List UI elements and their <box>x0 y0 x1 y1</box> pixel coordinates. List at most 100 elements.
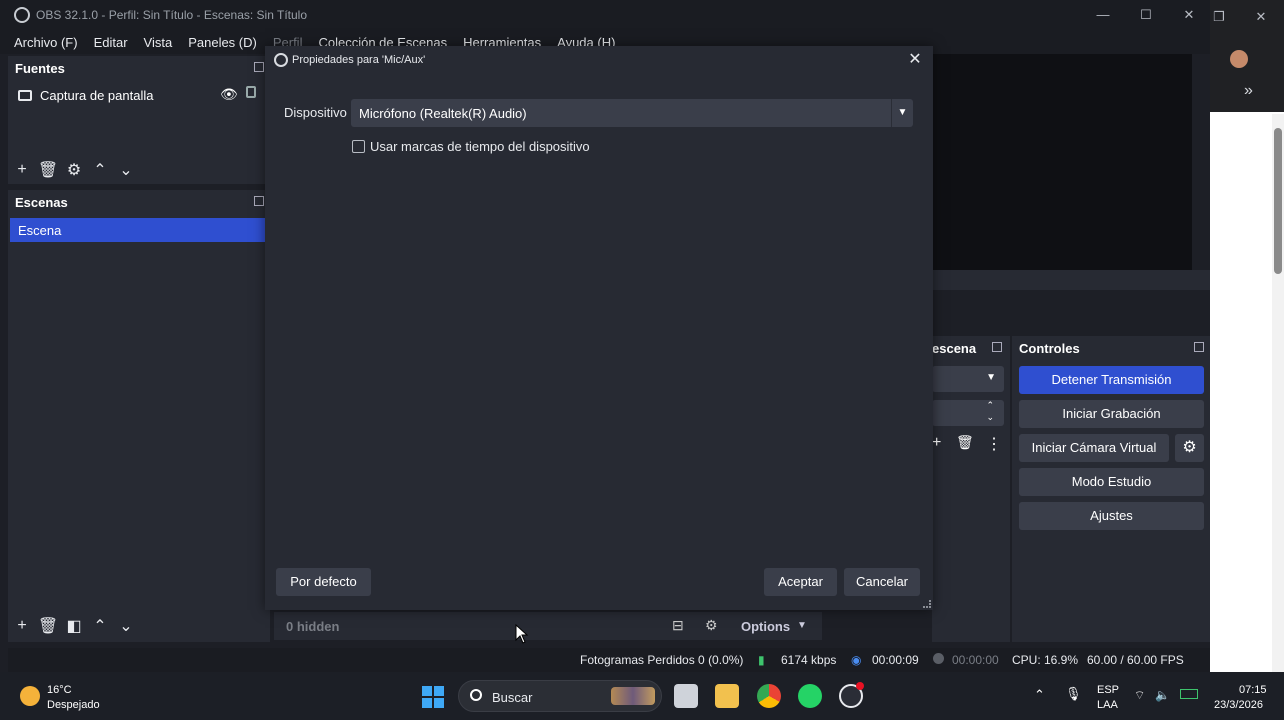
windows-start-icon[interactable] <box>422 686 444 708</box>
cancel-button[interactable]: Cancelar <box>844 568 920 596</box>
resize-grip-icon[interactable] <box>923 600 931 608</box>
accept-button[interactable]: Aceptar <box>764 568 837 596</box>
window-title: OBS 32.1.0 - Perfil: Sin Título - Escena… <box>36 8 308 22</box>
window-titlebar: OBS 32.1.0 - Perfil: Sin Título - Escena… <box>0 0 1210 30</box>
record-icon <box>933 653 944 664</box>
start-recording-button[interactable]: Iniciar Grabación <box>1019 400 1204 428</box>
device-timestamps-label[interactable]: Usar marcas de tiempo del dispositivo <box>370 139 590 154</box>
spin-down-icon[interactable]: ⌄ <box>986 412 994 423</box>
avatar[interactable] <box>1230 50 1248 68</box>
menu-paneles[interactable]: Paneles (D) <box>180 35 265 50</box>
moon-weather-icon[interactable] <box>20 686 40 706</box>
taskbar-search[interactable]: Buscar <box>458 680 662 712</box>
move-up-icon[interactable]: ⌃ <box>87 160 113 180</box>
settings-button[interactable]: Ajustes <box>1019 502 1204 530</box>
browser-close-icon[interactable]: ✕ <box>1246 6 1276 28</box>
chevron-up-icon[interactable]: ⌃ <box>1034 687 1045 703</box>
more-icon[interactable]: ⋮ <box>986 434 1002 454</box>
move-down-icon[interactable]: ⌄ <box>113 160 139 180</box>
undock-icon[interactable] <box>992 342 1002 352</box>
restore-icon[interactable]: ❐ <box>1210 6 1228 28</box>
menu-editar[interactable]: Editar <box>86 35 136 50</box>
menu-archivo[interactable]: Archivo (F) <box>6 35 86 50</box>
trash-icon[interactable]: 🗑 <box>35 616 61 636</box>
search-placeholder: Buscar <box>492 690 533 705</box>
chrome-icon[interactable] <box>757 684 781 708</box>
microphone-icon[interactable]: 🎙 <box>1065 686 1082 702</box>
duration-spinbox[interactable]: ⌃ ⌄ <box>932 400 1004 426</box>
monitor-icon <box>18 89 32 101</box>
options-dropdown[interactable]: Options <box>741 619 790 634</box>
hidden-count: 0 hidden <box>286 619 340 634</box>
virtual-camera-settings-button[interactable]: ⚙ <box>1175 434 1204 462</box>
gear-icon[interactable]: ⚙ <box>61 160 87 180</box>
background-browser-window: ❐ ✕ » <box>1210 0 1284 672</box>
add-icon[interactable]: + <box>9 617 35 635</box>
stop-stream-button[interactable]: Detener Transmisión <box>1019 366 1204 394</box>
defaults-button[interactable]: Por defecto <box>276 568 371 596</box>
scenes-panel: Escenas <box>8 190 270 642</box>
obs-logo-icon <box>14 7 30 23</box>
move-down-icon[interactable]: ⌄ <box>113 616 139 636</box>
stream-time: 00:00:09 <box>872 653 919 667</box>
transitions-panel: escena ▼ ⌃ ⌄ + 🗑 ⋮ <box>932 336 1010 642</box>
filter-icon[interactable]: ◧ <box>61 616 87 636</box>
device-select[interactable]: Micrófono (Realtek(R) Audio) ▼ <box>351 99 913 127</box>
chevron-down-icon: ▼ <box>986 372 996 383</box>
clock-date[interactable]: 23/3/2026 <box>1214 699 1263 711</box>
status-bar: Fotogramas Perdidos 0 (0.0%) ▮ 6174 kbps… <box>8 648 1210 672</box>
wifi-icon[interactable]: ⌔ <box>1134 688 1145 703</box>
properties-dialog: Propiedades para 'Mic/Aux' ✕ Dispositivo… <box>265 46 933 610</box>
signal-bars-icon: ▮ <box>758 653 765 667</box>
maximize-icon[interactable]: ☐ <box>1131 4 1161 26</box>
studio-mode-button[interactable]: Modo Estudio <box>1019 468 1204 496</box>
stream-live-icon: ◉ <box>851 653 862 667</box>
device-label: Dispositivo <box>284 105 347 120</box>
add-icon[interactable]: + <box>9 161 35 179</box>
volume-icon[interactable]: 🔈 <box>1155 688 1170 702</box>
source-item[interactable]: Captura de pantalla 👁 <box>10 84 266 106</box>
recording-badge-icon <box>856 682 864 690</box>
undock-icon[interactable] <box>254 196 264 206</box>
transition-select[interactable]: ▼ <box>932 366 1004 392</box>
trash-icon[interactable]: 🗑 <box>956 434 974 451</box>
close-icon[interactable]: ✕ <box>1174 4 1204 26</box>
audio-mixer-bar: 0 hidden ⊟ ⚙ Options ▼ <box>274 612 822 640</box>
scenes-toolbar: + 🗑 ◧ ⌃ ⌄ <box>9 616 139 636</box>
close-icon[interactable]: ✕ <box>905 50 925 70</box>
start-virtual-camera-button[interactable]: Iniciar Cámara Virtual <box>1019 434 1169 462</box>
minimize-icon[interactable]: — <box>1088 4 1118 26</box>
preview-canvas[interactable] <box>932 54 1192 270</box>
sources-toolbar: + 🗑 ⚙ ⌃ ⌄ <box>9 160 139 180</box>
scene-item[interactable]: Escena <box>10 218 266 242</box>
weather-temperature[interactable]: 16°C <box>47 684 72 696</box>
language-bottom[interactable]: LAA <box>1097 699 1118 711</box>
spin-up-icon[interactable]: ⌃ <box>986 400 994 411</box>
dropped-frames: Fotogramas Perdidos 0 (0.0%) <box>580 653 744 667</box>
windows-taskbar: 16°C Despejado Buscar ⌃ 🎙 ESP LAA ⌔ 🔈 07… <box>0 672 1284 720</box>
menu-vista[interactable]: Vista <box>136 35 181 50</box>
lock-icon[interactable] <box>246 86 256 98</box>
add-icon[interactable]: + <box>932 434 941 452</box>
search-highlight-image <box>611 687 655 705</box>
task-view-icon[interactable] <box>674 684 698 708</box>
source-item-label: Captura de pantalla <box>40 87 154 103</box>
weather-description[interactable]: Despejado <box>47 699 100 711</box>
move-up-icon[interactable]: ⌃ <box>87 616 113 636</box>
eye-icon[interactable]: 👁 <box>220 86 238 103</box>
battery-icon[interactable] <box>1180 689 1198 699</box>
dialog-titlebar: Propiedades para 'Mic/Aux' <box>265 46 933 74</box>
layout-icon[interactable]: ⊟ <box>672 617 684 634</box>
device-timestamps-checkbox[interactable] <box>352 140 365 153</box>
language-top[interactable]: ESP <box>1097 684 1119 696</box>
sources-header: Fuentes <box>15 61 65 76</box>
advanced-audio-icon[interactable]: ⚙ <box>705 617 718 634</box>
double-chevron-right-icon[interactable]: » <box>1244 82 1253 100</box>
undock-icon[interactable] <box>1194 342 1204 352</box>
scrollbar-thumb[interactable] <box>1274 128 1282 274</box>
undock-icon[interactable] <box>254 62 264 72</box>
file-explorer-icon[interactable] <box>715 684 739 708</box>
trash-icon[interactable]: 🗑 <box>35 160 61 180</box>
clock-time[interactable]: 07:15 <box>1239 684 1267 696</box>
whatsapp-icon[interactable] <box>798 684 822 708</box>
